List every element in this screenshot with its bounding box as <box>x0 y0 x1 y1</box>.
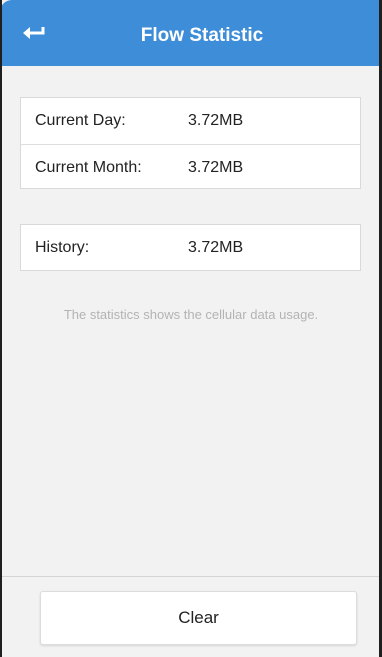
current-day-row: Current Day: 3.72MB <box>21 98 360 144</box>
clear-button[interactable]: Clear <box>40 591 357 645</box>
current-month-label: Current Month: <box>35 158 142 176</box>
footer-bar: Clear <box>0 576 382 657</box>
current-day-label: Current Day: <box>35 112 126 129</box>
page-title: Flow Statistic <box>140 25 264 46</box>
app-header: Flow Statistic <box>0 0 382 66</box>
history-value: 3.72MB <box>188 239 244 256</box>
history-card: History: 3.72MB <box>20 224 361 271</box>
device-frame-left <box>0 0 2 657</box>
history-row: History: 3.72MB <box>21 225 360 271</box>
usage-card: Current Day: 3.72MB Current Month: 3.72M… <box>20 97 361 189</box>
usage-hint-text: The statistics shows the cellular data u… <box>63 307 319 322</box>
back-button[interactable] <box>22 20 62 46</box>
current-month-value: 3.72MB <box>188 158 244 176</box>
current-month-row: Current Month: 3.72MB <box>21 144 360 190</box>
current-day-value: 3.72MB <box>188 112 244 129</box>
flow-statistic-screen: Flow Statistic Current Day: 3.72MB Curre… <box>0 0 382 657</box>
history-label: History: <box>35 239 90 256</box>
back-arrow-icon <box>23 27 45 39</box>
